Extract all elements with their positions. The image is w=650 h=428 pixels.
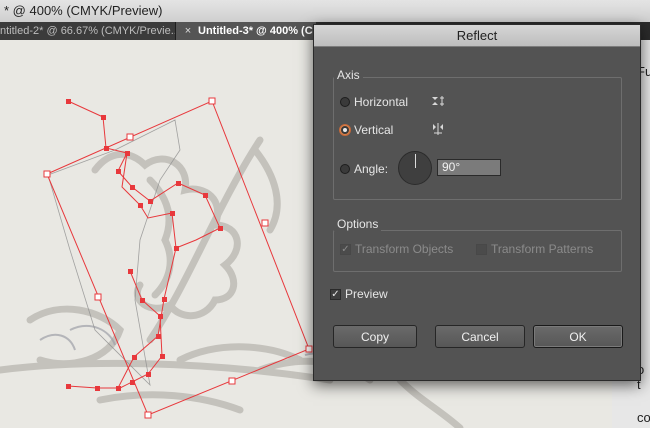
transform-patterns-option[interactable]: Transform Patterns bbox=[476, 242, 593, 256]
close-icon[interactable]: × bbox=[182, 22, 194, 40]
reflect-dialog: Reflect Axis Horizontal Vertical Angle: … bbox=[313, 24, 641, 381]
transform-objects-checkbox[interactable]: ✓ bbox=[340, 243, 351, 255]
horizontal-radio[interactable] bbox=[340, 97, 350, 107]
options-legend: Options bbox=[334, 217, 382, 231]
preview-label: Preview bbox=[345, 287, 388, 301]
panel-fragment: co bbox=[637, 410, 650, 425]
horizontal-label: Horizontal bbox=[354, 95, 409, 109]
reflect-vertical-icon bbox=[430, 122, 446, 139]
window-title: * @ 400% (CMYK/Preview) bbox=[4, 3, 163, 18]
vertical-radio[interactable] bbox=[340, 125, 350, 135]
dialog-title: Reflect bbox=[314, 25, 640, 47]
transform-objects-label: Transform Objects bbox=[355, 242, 454, 256]
cancel-button[interactable]: Cancel bbox=[435, 325, 525, 348]
angle-radio[interactable] bbox=[340, 164, 350, 174]
tab-label: ntitled-2* @ 66.67% (CMYK/Previe... bbox=[0, 25, 176, 37]
window-title-bar: * @ 400% (CMYK/Preview) bbox=[0, 0, 650, 23]
reflect-horizontal-icon bbox=[430, 94, 446, 111]
preview-checkbox[interactable]: ✓ bbox=[330, 288, 341, 300]
angle-label: Angle: bbox=[354, 162, 389, 176]
preview-option[interactable]: ✓ Preview bbox=[330, 287, 388, 301]
vertical-label: Vertical bbox=[354, 123, 394, 137]
copy-button[interactable]: Copy bbox=[333, 325, 417, 348]
tab-label: Untitled-3* @ 400% (C bbox=[198, 25, 313, 37]
transform-patterns-label: Transform Patterns bbox=[491, 242, 594, 256]
axis-legend: Axis bbox=[334, 68, 363, 82]
transform-objects-option[interactable]: ✓ Transform Objects bbox=[340, 242, 453, 256]
angle-input[interactable]: 90° bbox=[437, 159, 501, 176]
vertical-option[interactable]: Vertical bbox=[340, 123, 393, 137]
angle-dial-icon[interactable] bbox=[398, 151, 432, 185]
horizontal-option[interactable]: Horizontal bbox=[340, 95, 408, 109]
angle-option[interactable]: Angle: bbox=[340, 162, 388, 176]
transform-patterns-checkbox[interactable] bbox=[476, 243, 487, 255]
tab-untitled-2[interactable]: ntitled-2* @ 66.67% (CMYK/Previe... bbox=[0, 22, 176, 40]
ok-button[interactable]: OK bbox=[533, 325, 623, 348]
tab-untitled-3[interactable]: × Untitled-3* @ 400% (C bbox=[176, 22, 316, 40]
